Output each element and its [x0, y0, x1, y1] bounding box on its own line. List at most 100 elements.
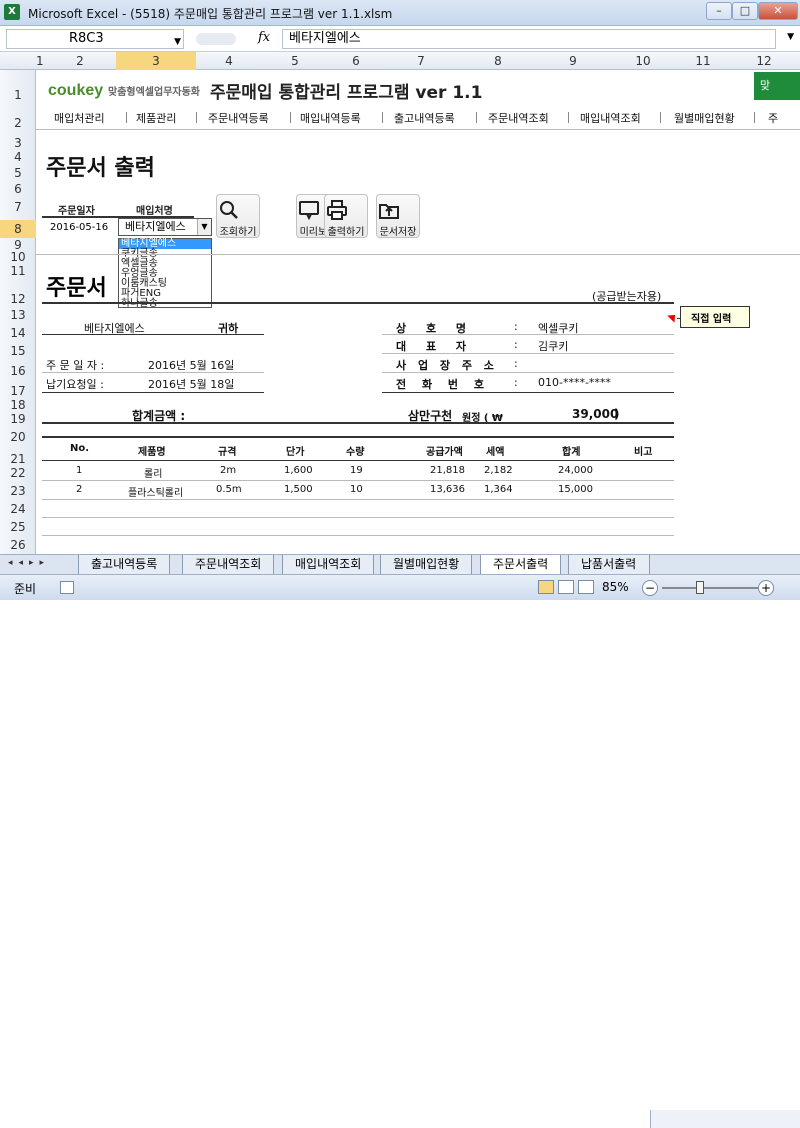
row-header[interactable]: 7: [0, 200, 36, 214]
sheet-nav-arrows[interactable]: ◂◂▸▸: [8, 558, 50, 568]
column-header[interactable]: 4: [196, 54, 262, 68]
menu-item-product[interactable]: 제품관리: [136, 110, 176, 126]
sheet-tab[interactable]: 주문내역조회: [182, 555, 275, 574]
row-header[interactable]: 23: [0, 484, 36, 498]
page-layout-button[interactable]: [558, 580, 574, 594]
menu-item-order-search[interactable]: 주문내역조회: [488, 110, 549, 126]
column-header-selected[interactable]: 3: [116, 52, 196, 70]
row-header[interactable]: 5: [0, 166, 36, 180]
table-cell: 0.5m: [216, 484, 242, 495]
row-header[interactable]: 21: [0, 452, 36, 466]
minimize-button[interactable]: –: [706, 2, 732, 20]
table-header-product: 제품명: [138, 447, 166, 458]
column-header[interactable]: 6: [328, 54, 384, 68]
print-button[interactable]: 출력하기: [324, 194, 368, 238]
column-header[interactable]: 2: [44, 54, 116, 68]
table-cell: 1: [76, 465, 83, 476]
menu-item-purchase-entry[interactable]: 매입내역등록: [300, 110, 361, 126]
sheet-tab[interactable]: 출고내역등록: [78, 555, 171, 574]
chevron-down-icon[interactable]: ▼: [787, 32, 794, 42]
comment-indicator[interactable]: [667, 311, 679, 323]
app-title: 주문매입 통합관리 프로그램 ver 1.1: [210, 83, 483, 103]
row-header[interactable]: 10: [0, 250, 36, 264]
chevron-down-icon[interactable]: ▼: [174, 33, 181, 51]
close-button[interactable]: ✕: [758, 2, 798, 20]
divider: [382, 334, 674, 335]
formula-input[interactable]: 베타지엘에스: [282, 29, 776, 49]
row-header[interactable]: 12: [0, 292, 36, 306]
restore-button[interactable]: □: [732, 2, 758, 20]
row-header[interactable]: 3: [0, 136, 36, 150]
row-header[interactable]: 14: [0, 326, 36, 340]
menu-item-purchase-search[interactable]: 매입내역조회: [580, 110, 641, 126]
row-header[interactable]: 18: [0, 398, 36, 412]
zoom-slider[interactable]: [662, 587, 758, 589]
menu-item-monthly[interactable]: 월별매입현황: [674, 110, 735, 126]
name-box[interactable]: R8C3 ▼: [6, 29, 184, 49]
row-header[interactable]: 4: [0, 150, 36, 164]
sheet-tab[interactable]: 납품서출력: [568, 555, 650, 574]
row-header[interactable]: 6: [0, 182, 36, 196]
table-header-tax: 세액: [486, 447, 505, 458]
column-header[interactable]: 12: [728, 54, 800, 68]
row-header[interactable]: 1: [0, 88, 36, 102]
vendor-combobox[interactable]: 베타지엘에스 ▼: [118, 218, 212, 236]
row-header[interactable]: 25: [0, 520, 36, 534]
column-header[interactable]: 7: [384, 54, 458, 68]
menu-item-shipping-entry[interactable]: 출고내역등록: [394, 110, 455, 126]
column-header[interactable]: 1: [36, 54, 44, 68]
column-header[interactable]: 5: [262, 54, 328, 68]
due-date-label: 납기요청일 :: [46, 378, 104, 391]
row-header[interactable]: 19: [0, 412, 36, 426]
coukey-logo: coukey: [48, 82, 104, 99]
row-header[interactable]: 17: [0, 384, 36, 398]
monitor-icon: [299, 201, 319, 221]
formula-expand-control[interactable]: [196, 33, 236, 45]
normal-view-button[interactable]: [538, 580, 554, 594]
row-header[interactable]: 13: [0, 308, 36, 322]
macro-record-icon[interactable]: [60, 581, 74, 594]
total-close: ): [614, 407, 620, 421]
row-header-selected[interactable]: 8: [0, 220, 36, 238]
column-header[interactable]: 10: [608, 54, 678, 68]
phone-value: 010-****-****: [538, 376, 611, 389]
row-header[interactable]: 24: [0, 502, 36, 516]
divider: [42, 499, 674, 500]
row-header[interactable]: 11: [0, 264, 36, 278]
horizontal-scrollbar[interactable]: [650, 1110, 800, 1128]
search-button[interactable]: 조회하기: [216, 194, 260, 238]
date-input[interactable]: 2016-05-16: [50, 222, 108, 233]
zoom-level[interactable]: 85%: [602, 580, 629, 594]
column-header[interactable]: 11: [678, 54, 728, 68]
table-header-qty: 수량: [346, 447, 365, 458]
table-cell: 1,364: [484, 484, 513, 495]
zoom-in-button[interactable]: +: [758, 580, 774, 596]
menu-item-vendor[interactable]: 매입처관리: [54, 110, 105, 126]
row-header[interactable]: 2: [0, 116, 36, 130]
menu-item-order-entry[interactable]: 주문내역등록: [208, 110, 269, 126]
row-header[interactable]: 22: [0, 466, 36, 480]
table-cell: 플라스틱롤리: [128, 488, 184, 499]
fx-icon[interactable]: fx: [258, 30, 270, 45]
sheet-tab[interactable]: 월별매입현황: [380, 555, 473, 574]
column-header[interactable]: 8: [458, 54, 538, 68]
chevron-down-icon[interactable]: ▼: [197, 219, 211, 235]
page-break-button[interactable]: [578, 580, 594, 594]
zoom-slider-thumb[interactable]: [696, 581, 704, 594]
corner-menu-button[interactable]: 맞: [754, 72, 800, 100]
dropdown-option[interactable]: 하나글송: [119, 299, 211, 309]
menu-item-more[interactable]: 주: [768, 110, 778, 126]
worksheet-grid[interactable]: coukey 맞춤형엑셀업무자동화 주문매입 통합관리 프로그램 ver 1.1…: [36, 70, 800, 554]
sheet-tab-active[interactable]: 주문서출력: [480, 555, 562, 574]
vendor-dropdown-list[interactable]: 베타지엘에스 쿠키글송 엑셀글송 우엉글송 이룸캐스팅 파거ENG 하나글송: [118, 238, 212, 309]
table-cell: 21,818: [430, 465, 465, 476]
row-header[interactable]: 15: [0, 344, 36, 358]
row-header[interactable]: 20: [0, 430, 36, 444]
row-header[interactable]: 26: [0, 538, 36, 552]
search-icon: [220, 201, 238, 219]
column-header[interactable]: 9: [538, 54, 608, 68]
zoom-out-button[interactable]: −: [642, 580, 658, 596]
sheet-tab[interactable]: 매입내역조회: [282, 555, 375, 574]
save-document-button[interactable]: 문서저장: [376, 194, 420, 238]
row-header[interactable]: 16: [0, 364, 36, 378]
